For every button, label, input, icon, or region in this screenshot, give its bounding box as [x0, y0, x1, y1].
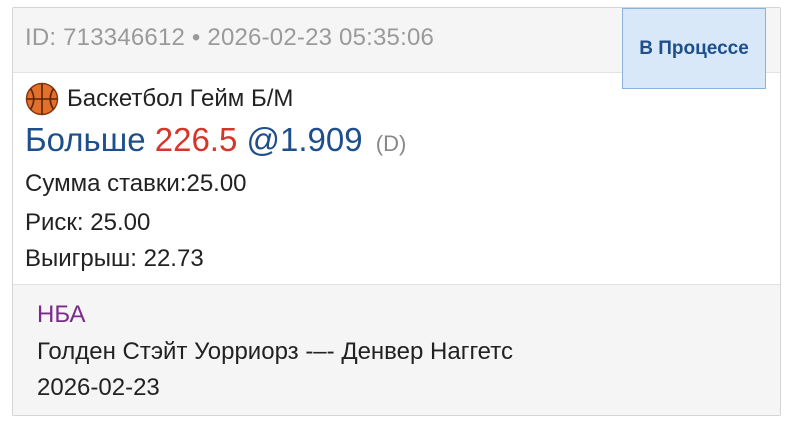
event-date: 2026-02-23	[37, 374, 160, 401]
basketball-icon	[25, 82, 59, 116]
bet-id-timestamp: ID: 713346612 • 2026-02-23 05:35:06	[25, 24, 435, 51]
risk-amount: Риск: 25.00	[25, 209, 151, 236]
event-teams: Голден Стэйт Уорриорз -–- Денвер Наггетс	[37, 338, 513, 365]
selection-total: 226.5	[154, 121, 238, 158]
stake-amount: Сумма ставки:25.00	[25, 170, 247, 197]
sport-market-row: Баскетбол Гейм Б/М	[25, 81, 293, 117]
event-section: НБА Голден Стэйт Уорриорз -–- Денвер Наг…	[13, 285, 780, 415]
win-amount: Выигрыш: 22.73	[25, 245, 204, 272]
status-badge: В Процессе	[622, 8, 766, 89]
league-name: НБА	[37, 301, 86, 328]
bet-card[interactable]: ID: 713346612 • 2026-02-23 05:35:06 В Пр…	[12, 7, 781, 416]
selection-name: Больше	[25, 121, 146, 158]
selection-odds: @1.909	[246, 121, 363, 158]
selection-line: Больше 226.5 @1.909 (D)	[25, 121, 406, 159]
sport-market-label: Баскетбол Гейм Б/М	[67, 85, 294, 112]
odds-type: (D)	[375, 131, 407, 156]
